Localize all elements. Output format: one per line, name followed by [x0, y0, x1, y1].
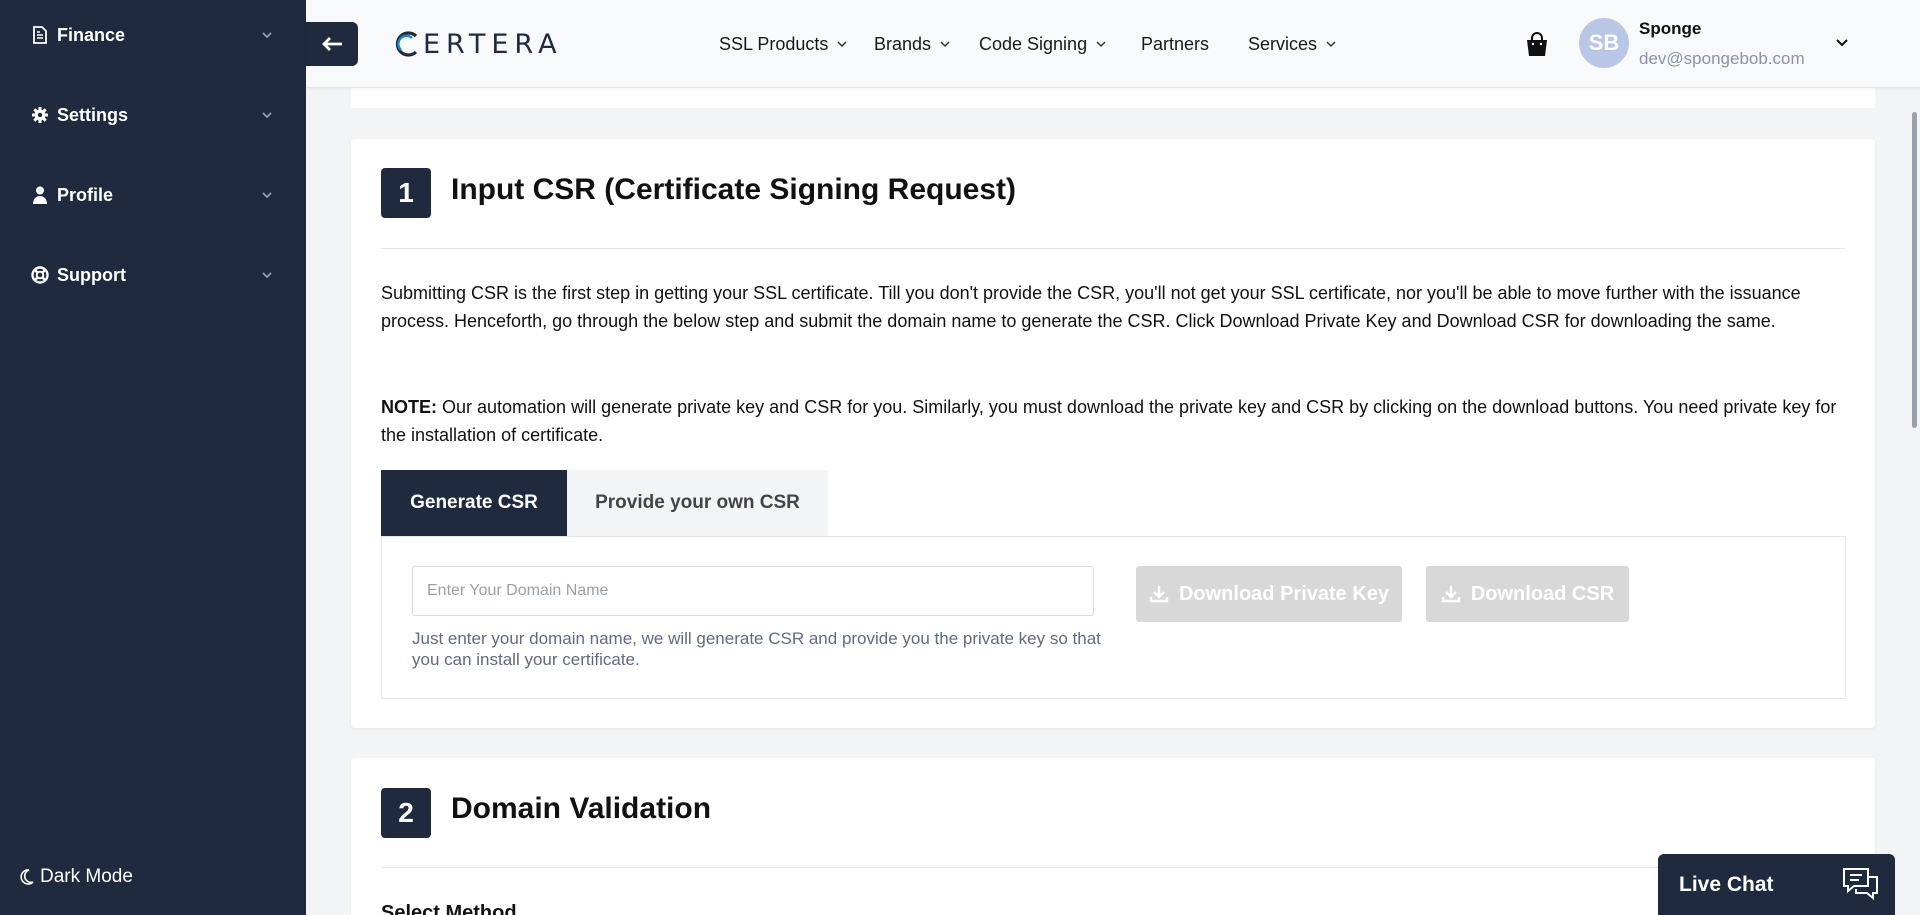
user-name: Sponge — [1639, 19, 1702, 38]
step-number: 1 — [381, 168, 431, 218]
nav-label: Code Signing — [979, 33, 1088, 54]
sidebar-item-label: Support — [57, 264, 126, 285]
sidebar-item-finance[interactable]: Finance — [0, 15, 306, 55]
select-method-label: Select Method — [381, 902, 517, 915]
dark-mode-label: Dark Mode — [40, 866, 133, 887]
sidebar-item-label: Profile — [57, 184, 114, 205]
chevron-down-icon — [262, 272, 272, 279]
note-text: Our automation will generate private key… — [381, 397, 1837, 445]
live-chat-label: Live Chat — [1679, 872, 1774, 896]
sidebar-item-support[interactable]: Support — [0, 255, 306, 295]
domain-name-input[interactable] — [412, 566, 1094, 616]
nav-brands[interactable]: Brands — [874, 32, 951, 56]
step-domain-validation-card: 2 Domain Validation Select Method — [351, 758, 1875, 915]
document-icon — [31, 26, 49, 44]
chevron-down-icon — [940, 41, 950, 48]
top-header: ERTERA SSL Products Brands Code Signing … — [306, 0, 1920, 88]
step-input-csr-card: 1 Input CSR (Certificate Signing Request… — [351, 139, 1875, 728]
nav-label: SSL Products — [719, 33, 829, 54]
collapse-sidebar-button[interactable] — [306, 22, 358, 66]
step-title: Domain Validation — [451, 792, 712, 825]
chevron-down-icon — [1096, 41, 1106, 48]
user-menu-chevron-icon[interactable] — [1834, 35, 1850, 51]
nav-label: Services — [1248, 33, 1318, 54]
chevron-down-icon — [1326, 41, 1336, 48]
certera-logo[interactable]: ERTERA — [393, 27, 563, 61]
download-csr-label: Download CSR — [1470, 582, 1615, 605]
sidebar-item-settings[interactable]: Settings — [0, 95, 306, 135]
sidebar: Finance Settings Profile Support Dark Mo… — [0, 0, 306, 915]
tab-provide-own-csr[interactable]: Provide your own CSR — [567, 470, 828, 536]
domain-help-text: Just enter your domain name, we will gen… — [412, 629, 1101, 669]
chat-bubbles-icon — [1843, 868, 1878, 901]
download-icon — [1149, 586, 1169, 603]
gear-icon — [31, 106, 49, 124]
arrow-left-icon — [322, 37, 342, 51]
page-scrollbar[interactable] — [1909, 88, 1920, 915]
sidebar-item-label: Finance — [57, 24, 126, 45]
main-content: 1 Input CSR (Certificate Signing Request… — [306, 88, 1920, 915]
dark-mode-toggle[interactable]: Dark Mode — [18, 862, 133, 892]
nav-label: Partners — [1141, 33, 1210, 54]
nav-services[interactable]: Services — [1248, 32, 1337, 56]
download-private-key-label: Download Private Key — [1178, 582, 1390, 605]
csr-note: NOTE: Our automation will generate priva… — [381, 393, 1845, 449]
shopping-bag-icon[interactable] — [1523, 30, 1551, 58]
nav-code-signing[interactable]: Code Signing — [979, 32, 1107, 56]
lifebuoy-icon — [31, 266, 49, 284]
download-csr-button[interactable]: Download CSR — [1426, 566, 1629, 622]
moon-icon — [20, 869, 34, 885]
nav-ssl-products[interactable]: SSL Products — [719, 32, 848, 56]
step-title: Input CSR (Certificate Signing Request) — [451, 173, 1017, 206]
logo-c-mark — [395, 31, 418, 57]
live-chat-button[interactable]: Live Chat — [1658, 854, 1895, 915]
sidebar-item-label: Settings — [57, 104, 129, 125]
sidebar-item-profile[interactable]: Profile — [0, 175, 306, 215]
chevron-down-icon — [262, 32, 272, 39]
previous-card-bottom — [351, 88, 1875, 108]
chevron-down-icon — [837, 41, 847, 48]
csr-description: Submitting CSR is the first step in gett… — [381, 283, 1801, 331]
csr-tabs: Generate CSR Provide your own CSR — [381, 470, 828, 536]
download-icon — [1441, 586, 1461, 603]
step-number: 2 — [381, 788, 431, 838]
divider — [381, 867, 1845, 868]
logo-text: ERTERA — [423, 28, 563, 60]
download-private-key-button[interactable]: Download Private Key — [1136, 566, 1402, 622]
divider — [381, 248, 1845, 249]
chevron-down-icon — [262, 192, 272, 199]
scrollbar-thumb[interactable] — [1912, 112, 1917, 428]
user-icon — [31, 186, 49, 204]
nav-partners[interactable]: Partners — [1141, 32, 1209, 56]
avatar[interactable]: SB — [1579, 18, 1629, 68]
user-email: dev@spongebob.com — [1639, 49, 1805, 68]
generate-csr-panel: Just enter your domain name, we will gen… — [381, 536, 1846, 699]
tab-generate-csr[interactable]: Generate CSR — [381, 470, 567, 536]
chevron-down-icon — [262, 112, 272, 119]
note-label: NOTE: — [381, 397, 437, 417]
nav-label: Brands — [874, 33, 932, 54]
